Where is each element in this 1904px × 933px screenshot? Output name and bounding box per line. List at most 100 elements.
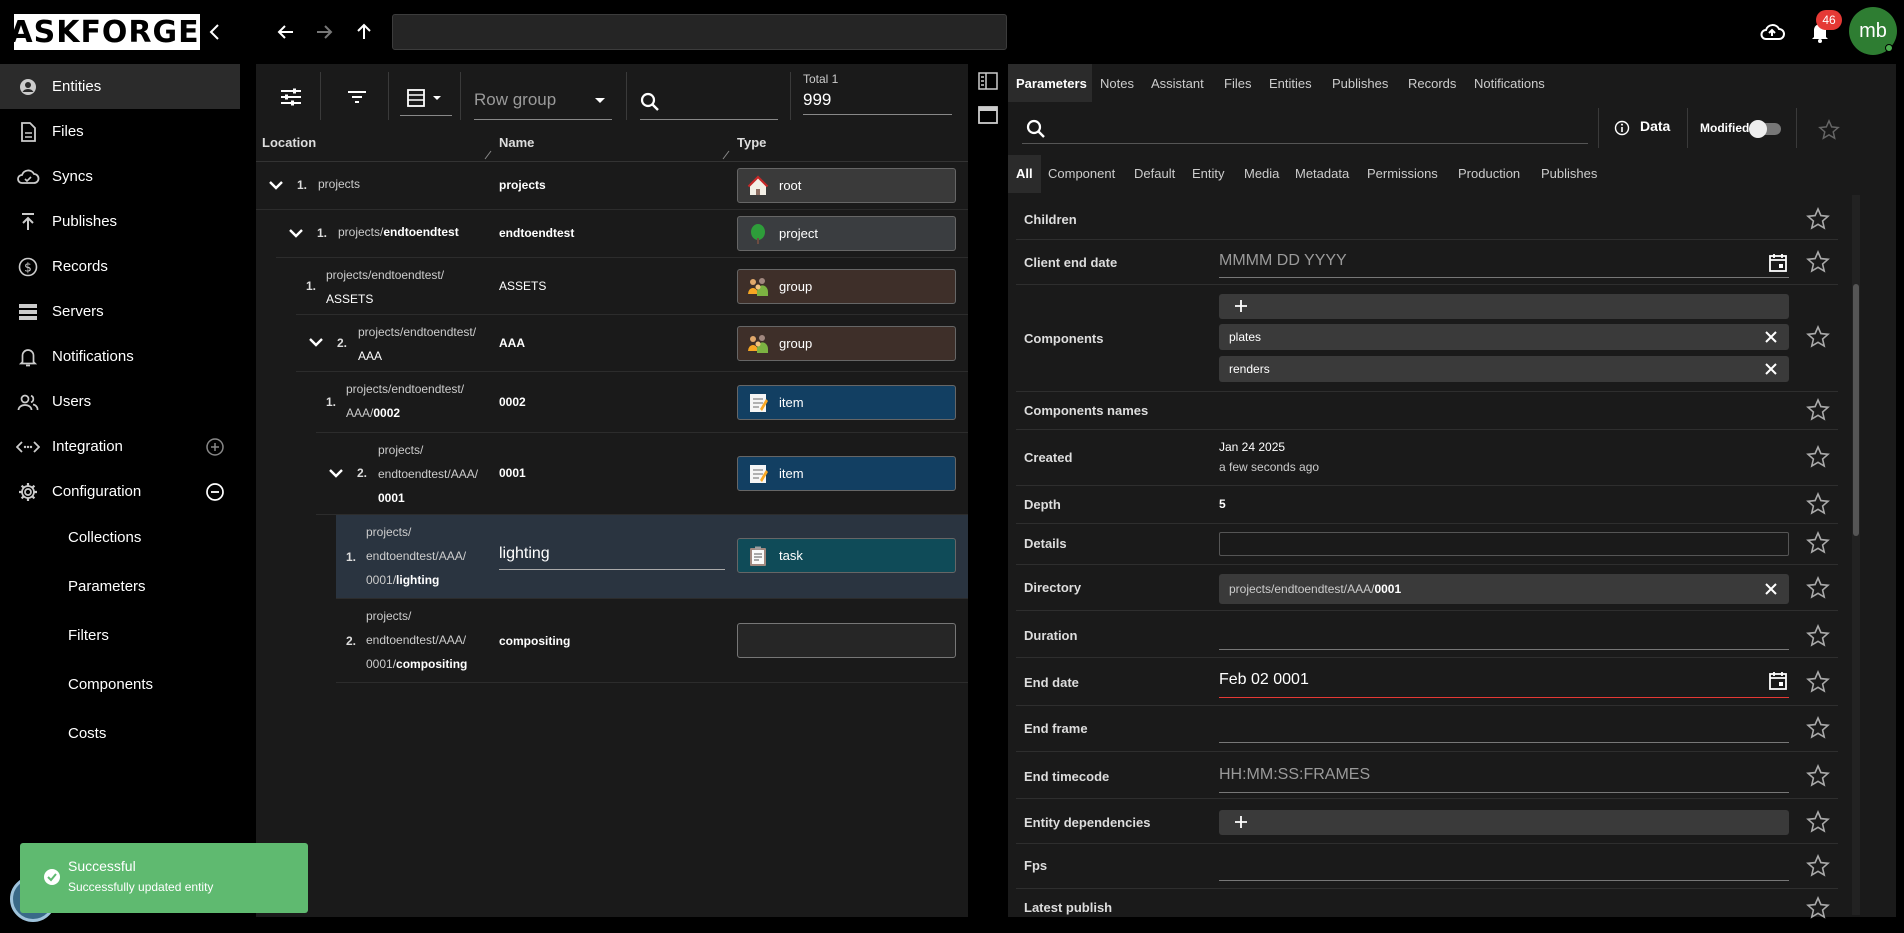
star-icon[interactable]	[1806, 398, 1832, 424]
star-icon[interactable]	[1815, 116, 1843, 144]
sidebar-item-notifications[interactable]: Notifications	[0, 334, 240, 379]
total-limit-input[interactable]: 999	[803, 90, 952, 115]
category-permissions[interactable]: Permissions	[1367, 166, 1438, 181]
parameter-search-input[interactable]	[1022, 108, 1588, 144]
type-chip-root[interactable]: root	[737, 168, 956, 203]
end-date-input[interactable]: Feb 02 0001	[1219, 671, 1789, 698]
directory-chip[interactable]: projects/endtoendtest/AAA/0001	[1219, 574, 1789, 604]
end-timecode-input[interactable]: HH:MM:SS:FRAMES	[1219, 766, 1789, 793]
column-resize-handle[interactable]	[722, 150, 730, 160]
sidebar-sub-collections[interactable]: Collections	[68, 529, 141, 546]
star-icon[interactable]	[1806, 445, 1832, 471]
star-icon[interactable]	[1806, 764, 1832, 790]
star-icon[interactable]	[1806, 250, 1832, 276]
star-icon[interactable]	[1806, 624, 1832, 650]
star-icon[interactable]	[1806, 670, 1832, 696]
star-icon[interactable]	[1806, 576, 1832, 602]
add-component-button[interactable]	[1219, 294, 1789, 319]
remove-x-icon[interactable]	[1763, 581, 1779, 597]
sidebar-item-records[interactable]: $ Records	[0, 244, 240, 289]
tune-icon[interactable]	[274, 80, 308, 114]
chevron-down-icon[interactable]	[286, 223, 308, 245]
tab-assistant[interactable]: Assistant	[1151, 76, 1204, 91]
type-chip-group[interactable]: group	[737, 326, 956, 361]
tab-publishes[interactable]: Publishes	[1332, 76, 1388, 91]
tab-files[interactable]: Files	[1224, 76, 1251, 91]
sidebar-item-files[interactable]: Files	[0, 109, 240, 154]
chevron-down-icon[interactable]	[326, 463, 348, 485]
tab-notifications[interactable]: Notifications	[1474, 76, 1545, 91]
tree-search-input[interactable]	[640, 80, 778, 120]
component-chip[interactable]: renders	[1219, 356, 1789, 382]
sidebar-sub-parameters[interactable]: Parameters	[68, 578, 146, 595]
star-icon[interactable]	[1806, 492, 1832, 518]
column-resize-handle[interactable]	[484, 150, 492, 160]
details-textarea[interactable]	[1219, 532, 1789, 556]
sidebar-item-users[interactable]: Users	[0, 379, 240, 424]
category-metadata[interactable]: Metadata	[1295, 166, 1349, 181]
sidebar-sub-filters[interactable]: Filters	[68, 627, 109, 644]
category-media[interactable]: Media	[1244, 166, 1279, 181]
tab-parameters[interactable]: Parameters	[1016, 76, 1087, 91]
sidebar-item-configuration[interactable]: Configuration	[0, 469, 240, 514]
filter-icon[interactable]	[340, 80, 374, 114]
type-chip-project[interactable]: project	[737, 216, 956, 251]
category-component[interactable]: Component	[1048, 166, 1115, 181]
calendar-icon[interactable]	[1768, 253, 1790, 275]
sidebar-item-servers[interactable]: Servers	[0, 289, 240, 334]
fps-input[interactable]	[1219, 855, 1789, 881]
column-header-location[interactable]: Location	[262, 135, 316, 150]
star-icon[interactable]	[1806, 810, 1832, 836]
path-input[interactable]	[392, 14, 1007, 50]
type-chip-group[interactable]: group	[737, 269, 956, 304]
star-icon[interactable]	[1806, 896, 1832, 922]
scrollbar-thumb[interactable]	[1853, 284, 1859, 536]
collapse-sidebar-icon[interactable]	[202, 18, 228, 46]
chevron-down-icon[interactable]	[266, 175, 288, 197]
type-chip-empty[interactable]	[737, 623, 956, 658]
back-arrow-icon[interactable]	[270, 16, 302, 48]
star-icon[interactable]	[1806, 854, 1832, 880]
cloud-upload-icon[interactable]	[1754, 16, 1790, 48]
remove-x-icon[interactable]	[1763, 329, 1779, 345]
category-all[interactable]: All	[1016, 166, 1033, 181]
sidebar-item-publishes[interactable]: Publishes	[0, 199, 240, 244]
column-header-name[interactable]: Name	[499, 135, 534, 150]
panel-split-icon[interactable]	[975, 70, 1001, 92]
sidebar-item-integration[interactable]: Integration	[0, 424, 240, 469]
category-production[interactable]: Production	[1458, 166, 1520, 181]
view-mode-icon[interactable]	[400, 80, 452, 116]
end-frame-input[interactable]	[1219, 717, 1789, 743]
sidebar-item-syncs[interactable]: Syncs	[0, 154, 240, 199]
client-end-date-input[interactable]: MMMM DD YYYY	[1219, 252, 1789, 278]
sidebar-item-entities[interactable]: Entities	[0, 64, 240, 109]
expand-plus-icon[interactable]	[204, 436, 226, 458]
tab-notes[interactable]: Notes	[1100, 76, 1134, 91]
star-icon[interactable]	[1806, 716, 1832, 742]
tab-entities[interactable]: Entities	[1269, 76, 1312, 91]
category-default[interactable]: Default	[1134, 166, 1175, 181]
type-chip-item[interactable]: item	[737, 456, 956, 491]
sidebar-sub-components[interactable]: Components	[68, 676, 153, 693]
type-chip-task[interactable]: task	[737, 538, 956, 573]
sidebar-sub-costs[interactable]: Costs	[68, 725, 106, 742]
data-button[interactable]: Data	[1640, 118, 1670, 134]
tab-records[interactable]: Records	[1408, 76, 1456, 91]
up-arrow-icon[interactable]	[348, 16, 380, 48]
name-edit-input[interactable]: lighting	[499, 542, 725, 570]
collapse-minus-icon[interactable]	[204, 481, 226, 503]
type-chip-item[interactable]: item	[737, 385, 956, 420]
duration-input[interactable]	[1219, 624, 1789, 650]
add-dependency-button[interactable]	[1219, 810, 1789, 835]
column-header-type[interactable]: Type	[737, 135, 766, 150]
star-icon[interactable]	[1806, 531, 1832, 557]
category-entity[interactable]: Entity	[1192, 166, 1225, 181]
star-icon[interactable]	[1806, 325, 1832, 351]
panel-window-icon[interactable]	[975, 104, 1001, 126]
forward-arrow-icon[interactable]	[308, 16, 340, 48]
component-chip[interactable]: plates	[1219, 324, 1789, 350]
star-icon[interactable]	[1806, 207, 1832, 233]
calendar-icon[interactable]	[1768, 671, 1790, 693]
remove-x-icon[interactable]	[1763, 361, 1779, 377]
chevron-down-icon[interactable]	[306, 332, 328, 354]
